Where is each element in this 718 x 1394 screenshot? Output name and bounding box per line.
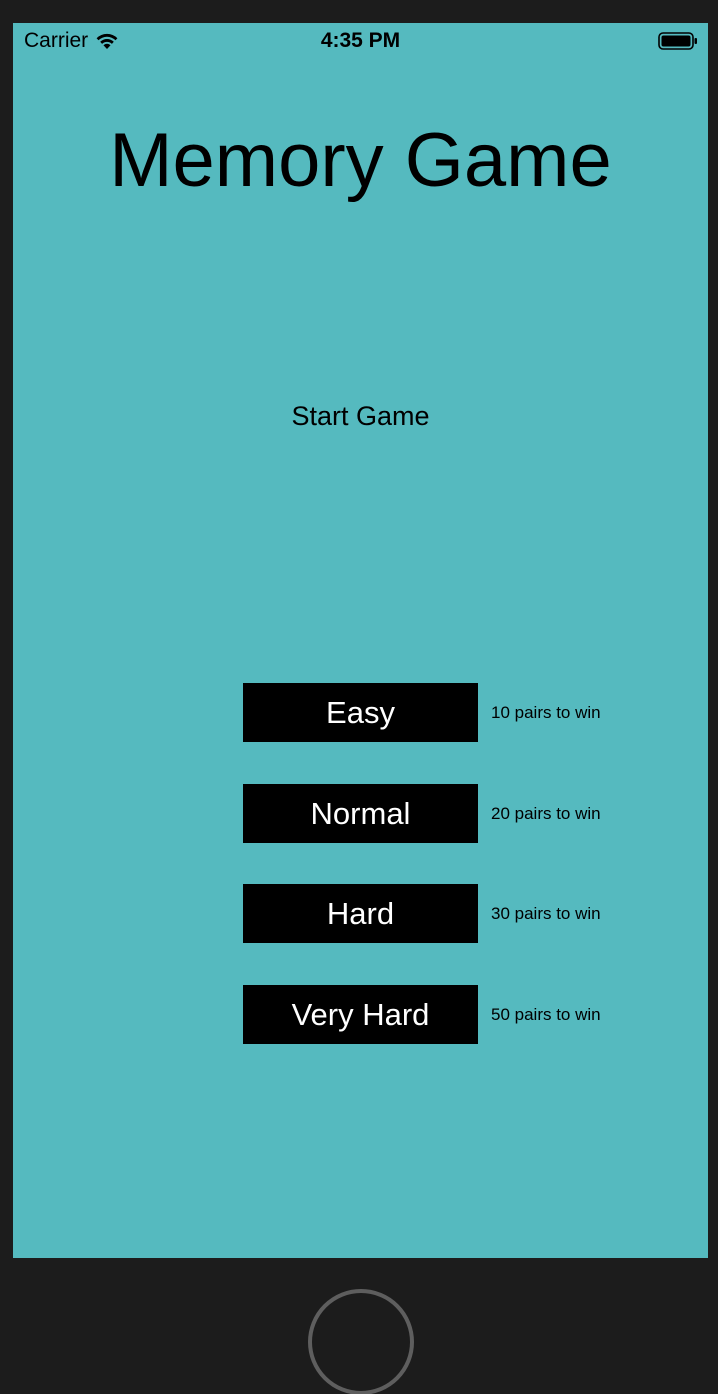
level-row-normal: Normal 20 pairs to win [243,784,601,843]
start-game-button[interactable]: Start Game [13,401,708,432]
level-row-easy: Easy 10 pairs to win [243,683,601,742]
very-hard-button[interactable]: Very Hard [243,985,478,1044]
level-row-hard: Hard 30 pairs to win [243,884,601,943]
status-time: 4:35 PM [320,29,401,52]
hard-button[interactable]: Hard [243,884,478,943]
app-screen: Carrier 4:35 PM Memory Game Start Game E… [13,23,708,1258]
level-row-very-hard: Very Hard 50 pairs to win [243,985,601,1044]
battery-icon [658,32,697,50]
easy-pairs-note: 10 pairs to win [491,702,601,722]
easy-button[interactable]: Easy [243,683,478,742]
home-button[interactable] [308,1289,414,1394]
normal-pairs-note: 20 pairs to win [491,803,601,823]
device-frame: Carrier 4:35 PM Memory Game Start Game E… [0,0,718,1394]
hard-pairs-note: 30 pairs to win [491,903,601,923]
page-title: Memory Game [109,118,612,203]
status-bar: Carrier 4:35 PM [13,23,708,59]
normal-button[interactable]: Normal [243,784,478,843]
very-hard-pairs-note: 50 pairs to win [491,1004,601,1024]
